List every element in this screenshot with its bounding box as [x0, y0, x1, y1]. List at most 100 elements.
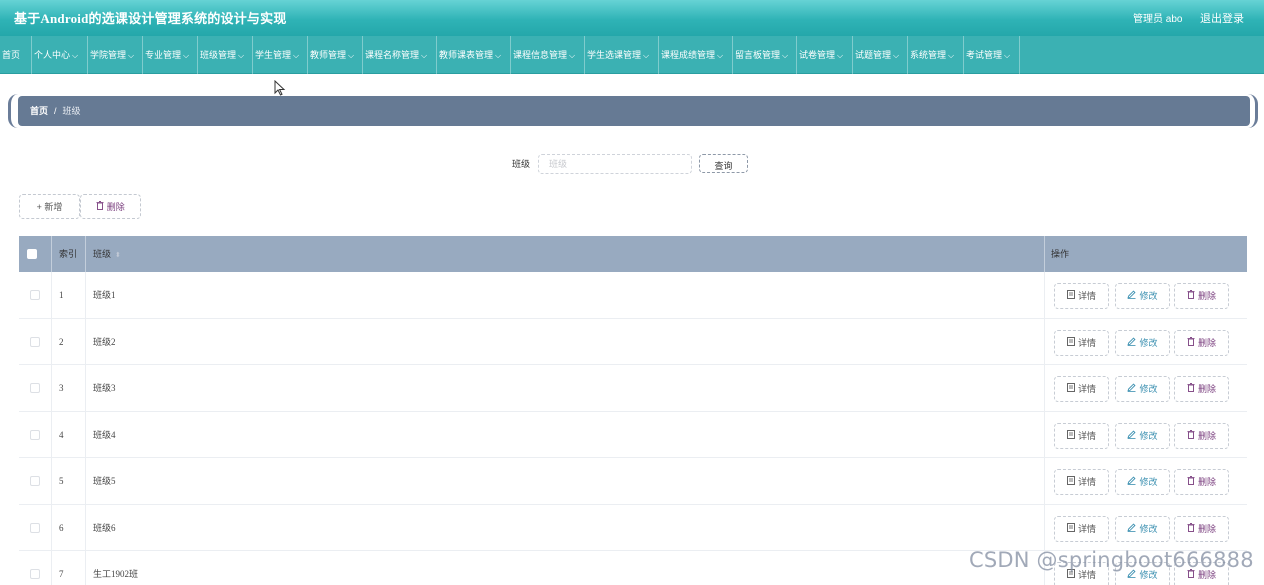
row-checkbox[interactable] — [30, 429, 40, 440]
nav-item-12[interactable]: 留言板管理 ⌵ — [733, 36, 797, 74]
trash-icon — [1187, 522, 1195, 534]
nav-item-15[interactable]: 系统管理 ⌵ — [908, 36, 964, 74]
detail-button[interactable]: 详情 — [1054, 469, 1109, 495]
table-row: 5 班级5 详情 修改 删除 — [19, 458, 1247, 505]
detail-label: 详情 — [1077, 523, 1096, 534]
nav-item-9[interactable]: 课程信息管理 ⌵ — [511, 36, 585, 74]
edit-label: 修改 — [1139, 384, 1158, 394]
row-class-name: 班级2 — [86, 318, 1045, 365]
pencil-icon — [1127, 336, 1137, 348]
breadcrumb: 首页 / 班级 — [18, 96, 1250, 126]
edit-button[interactable]: 修改 — [1115, 376, 1170, 402]
row-index: 1 — [52, 272, 86, 318]
search-input[interactable] — [538, 154, 692, 174]
table-row: 6 班级6 详情 修改 删除 — [19, 504, 1247, 551]
select-all-checkbox[interactable] — [27, 249, 37, 259]
nav-item-10[interactable]: 学生选课管理 ⌵ — [585, 36, 659, 74]
row-checkbox[interactable] — [30, 383, 40, 393]
edit-label: 修改 — [1139, 337, 1158, 348]
detail-button[interactable]: 详情 — [1054, 422, 1109, 449]
document-icon — [1067, 429, 1075, 441]
watermark: CSDN @springboot666888 — [969, 548, 1254, 572]
row-checkbox[interactable] — [30, 336, 40, 347]
detail-button[interactable]: 详情 — [1054, 376, 1109, 402]
trash-icon — [1187, 429, 1195, 441]
chevron-down-icon: ⌵ — [782, 51, 789, 60]
edit-button[interactable]: 修改 — [1115, 469, 1170, 495]
row-select-cell — [19, 458, 52, 504]
detail-label: 详情 — [1077, 291, 1096, 301]
row-checkbox[interactable] — [30, 476, 40, 486]
detail-button[interactable]: 详情 — [1054, 329, 1109, 356]
nav-item-label: 留言板管理 — [735, 50, 781, 60]
nav-item-label: 课程名称管理 — [365, 50, 420, 60]
edit-button[interactable]: 修改 — [1115, 329, 1170, 356]
pencil-icon — [1127, 429, 1137, 441]
delete-button[interactable]: 删除 — [1174, 329, 1229, 356]
header-class[interactable]: 班级 ⬍ — [86, 236, 1045, 272]
detail-button[interactable]: 详情 — [1054, 515, 1109, 542]
nav-item-11[interactable]: 课程成绩管理 ⌵ — [659, 36, 733, 74]
row-index: 7 — [52, 551, 86, 585]
edit-button[interactable]: 修改 — [1115, 515, 1170, 542]
nav-item-0[interactable]: 首页 — [0, 36, 32, 74]
document-icon — [1067, 336, 1075, 348]
breadcrumb-home[interactable]: 首页 — [30, 106, 48, 116]
nav-item-label: 教师课表管理 — [439, 50, 494, 60]
nav-item-label: 系统管理 — [910, 50, 947, 60]
chevron-down-icon: ⌵ — [183, 51, 190, 60]
table-row: 2 班级2 详情 修改 删除 — [19, 318, 1247, 365]
nav-item-8[interactable]: 教师课表管理 ⌵ — [437, 36, 511, 74]
row-actions: 详情 修改 删除 — [1045, 458, 1247, 504]
chevron-down-icon: ⌵ — [293, 51, 300, 60]
row-index: 4 — [52, 411, 86, 458]
header-ops: 操作 — [1051, 249, 1070, 259]
detail-button[interactable]: 详情 — [1054, 283, 1109, 309]
delete-button[interactable]: 删除 — [1174, 515, 1229, 542]
row-actions: 详情 修改 删除 — [1045, 319, 1247, 365]
nav-item-16[interactable]: 考试管理 ⌵ — [964, 36, 1020, 74]
delete-button[interactable]: 删除 — [1174, 469, 1229, 495]
chevron-down-icon: ⌵ — [348, 51, 355, 60]
pencil-icon — [1127, 522, 1137, 534]
nav-item-13[interactable]: 试卷管理 ⌵ — [797, 36, 853, 74]
logout-link[interactable]: 退出登录 — [1200, 10, 1244, 26]
breadcrumb-separator: / — [54, 106, 57, 116]
trash-icon — [1187, 476, 1195, 487]
edit-button[interactable]: 修改 — [1115, 422, 1170, 449]
nav-item-6[interactable]: 教师管理 ⌵ — [308, 36, 363, 74]
header-select-cell — [19, 236, 52, 272]
chevron-down-icon: ⌵ — [72, 51, 79, 60]
row-select-cell — [19, 411, 52, 458]
detail-label: 详情 — [1077, 384, 1096, 394]
row-actions: 详情 修改 删除 — [1045, 412, 1247, 458]
nav-item-label: 教师管理 — [310, 50, 347, 60]
bulk-delete-button[interactable]: 删除 — [80, 194, 141, 219]
row-class-name: 生工1902班 — [86, 551, 1045, 585]
sort-icon[interactable]: ⬍ — [115, 252, 121, 259]
row-select-cell — [19, 551, 52, 585]
edit-label: 修改 — [1139, 523, 1158, 534]
search-label: 班级 — [512, 159, 531, 169]
nav-item-5[interactable]: 学生管理 ⌵ — [253, 36, 308, 74]
nav-item-1[interactable]: 个人中心 ⌵ — [32, 36, 88, 74]
nav-item-14[interactable]: 试题管理 ⌵ — [853, 36, 908, 74]
add-button-label: 新增 — [44, 202, 63, 212]
top-bar: 基于Android的选课设计管理系统的设计与实现 管理员 abo 退出登录 — [0, 0, 1264, 36]
nav-item-2[interactable]: 学院管理 ⌵ — [88, 36, 143, 74]
delete-button[interactable]: 删除 — [1174, 283, 1229, 309]
admin-label: 管理员 abo — [1133, 14, 1183, 25]
chevron-down-icon: ⌵ — [837, 51, 844, 60]
row-checkbox[interactable] — [30, 522, 40, 533]
nav-item-4[interactable]: 班级管理 ⌵ — [198, 36, 253, 74]
row-checkbox[interactable] — [30, 290, 40, 300]
nav-item-3[interactable]: 专业管理 ⌵ — [143, 36, 198, 74]
search-button[interactable]: 查询 — [699, 154, 748, 173]
delete-button[interactable]: 删除 — [1174, 376, 1229, 402]
edit-button[interactable]: 修改 — [1115, 283, 1170, 309]
row-checkbox[interactable] — [30, 569, 40, 579]
delete-button[interactable]: 删除 — [1174, 422, 1229, 449]
nav-item-7[interactable]: 课程名称管理 ⌵ — [363, 36, 437, 74]
add-button[interactable]: + 新增 — [19, 194, 80, 219]
edit-label: 修改 — [1139, 477, 1158, 487]
